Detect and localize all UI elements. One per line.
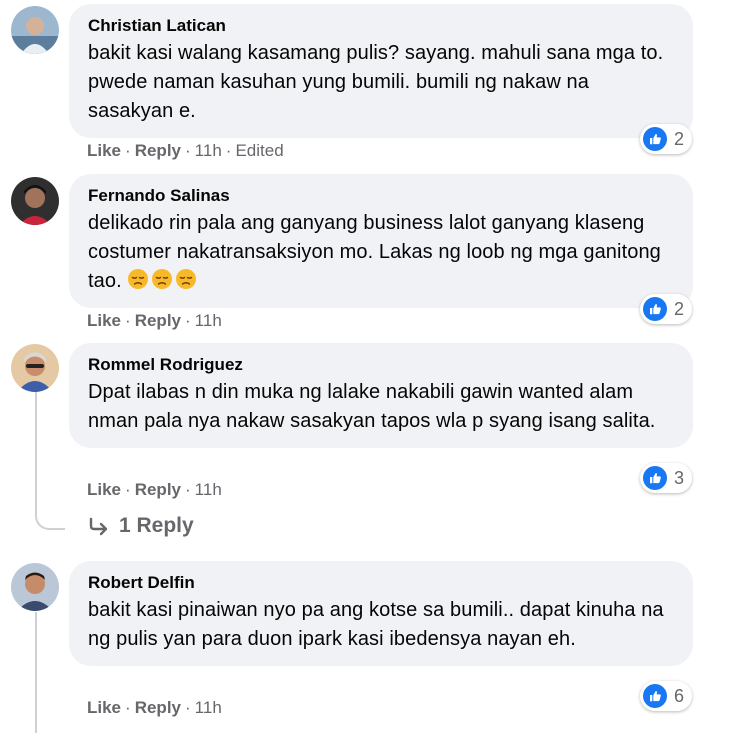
comment-actions: Like · Reply · 11h [87,311,222,330]
comment-bubble: Rommel Rodriguez Dpat ilabas n din muka … [69,343,693,448]
comment-bubble: Fernando Salinas delikado rin pala ang g… [69,174,693,308]
comment-bubble: Christian Latican bakit kasi walang kasa… [69,4,693,138]
comment-time[interactable]: 11h [195,480,222,499]
thread-line [35,612,37,733]
comment-actions: Like · Reply · 11h [87,480,222,499]
comment-text: Dpat ilabas n din muka ng lalake nakabil… [88,381,656,432]
comment-actions: Like · Reply · 11h [87,698,222,717]
comment-author[interactable]: Rommel Rodriguez [88,354,674,376]
reply-button[interactable]: Reply [135,141,181,160]
like-reaction-icon [643,466,667,490]
comment-text: delikado rin pala ang ganyang business l… [88,209,674,296]
disappointed-face-icon [176,269,197,289]
reaction-summary[interactable]: 2 [640,294,692,324]
thread-line [35,392,37,472]
thread-connector [35,470,65,530]
like-reaction-icon [643,297,667,321]
view-replies-button[interactable]: 1 Reply [88,514,194,538]
like-button[interactable]: Like [87,141,121,160]
reply-button[interactable]: Reply [135,698,181,717]
reaction-count: 2 [674,128,685,149]
reaction-summary[interactable]: 3 [640,463,692,493]
edited-label: Edited [235,141,284,160]
avatar[interactable] [11,344,59,392]
comment-time[interactable]: 11h [195,698,222,717]
reaction-summary[interactable]: 2 [640,124,692,154]
comment-text-body: delikado rin pala ang ganyang business l… [88,212,661,292]
reaction-count: 6 [674,685,685,706]
disappointed-face-icon [152,269,173,289]
like-button[interactable]: Like [87,311,121,330]
like-reaction-icon [643,684,667,708]
comment-bubble: Robert Delfin bakit kasi pinaiwan nyo pa… [69,561,693,666]
like-reaction-icon [643,127,667,151]
comment-time[interactable]: 11h [195,141,222,160]
reaction-count: 2 [674,298,685,319]
replies-count-label: 1 Reply [119,514,194,537]
comment-author[interactable]: Christian Latican [88,15,674,37]
disappointed-face-icon [128,269,149,289]
comment-author[interactable]: Fernando Salinas [88,185,674,207]
like-button[interactable]: Like [87,480,121,499]
reply-button[interactable]: Reply [135,311,181,330]
comment-text: bakit kasi pinaiwan nyo pa ang kotse sa … [88,599,664,650]
avatar[interactable] [11,6,59,54]
comment-author[interactable]: Robert Delfin [88,572,674,594]
comment-time[interactable]: 11h [195,311,222,330]
reaction-summary[interactable]: 6 [640,681,692,711]
like-button[interactable]: Like [87,698,121,717]
reply-button[interactable]: Reply [135,480,181,499]
comment-actions: Like · Reply · 11h · Edited [87,141,284,160]
reaction-count: 3 [674,467,685,488]
comment-text: bakit kasi walang kasamang pulis? sayang… [88,42,664,122]
avatar[interactable] [11,563,59,611]
reply-arrow-icon [89,517,108,536]
avatar[interactable] [11,177,59,225]
